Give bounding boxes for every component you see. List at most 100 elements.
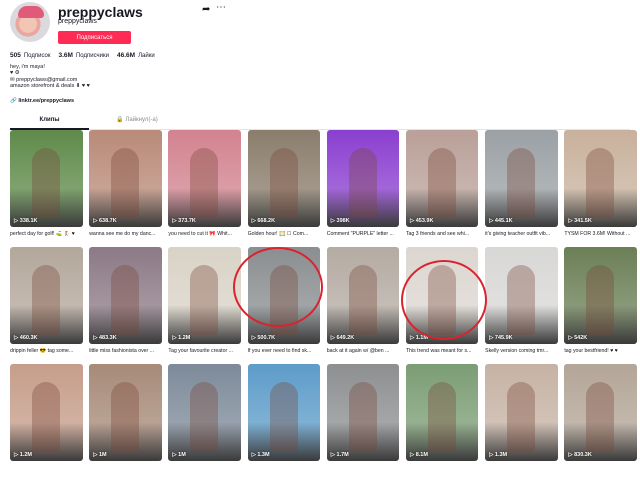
view-count: ▷ 668.2K xyxy=(251,218,276,224)
view-count: ▷ 373.7K xyxy=(172,218,196,224)
video-caption[interactable]: Tag 3 friends and see whi... xyxy=(406,231,479,237)
profile-link[interactable]: 🔗 linktr.ee/preppyclaws xyxy=(10,98,74,104)
view-count: ▷ 398K xyxy=(330,218,350,224)
video-caption[interactable]: This trend was meant for s... xyxy=(406,348,479,354)
tab-liked[interactable]: 🔒 Лайкнул(-а) xyxy=(107,116,167,130)
video-thumbnail[interactable]: ▷ 1.2M xyxy=(168,247,241,344)
person-figure xyxy=(586,148,615,218)
video-card[interactable]: ▷ 649.2K back at it again w/ @ben ... xyxy=(326,247,400,364)
video-card[interactable]: ▷ 341.5K TYSM FOR 3.6M! Without ... xyxy=(564,130,637,247)
video-caption[interactable]: perfect day for golf! ⛳ 🏌 ♥ xyxy=(10,231,83,237)
person-figure xyxy=(348,382,377,452)
video-thumbnail[interactable]: ▷ 649.2K xyxy=(326,247,400,344)
video-card[interactable]: ▷ 1.2M xyxy=(10,364,83,481)
video-thumbnail[interactable]: ▷ 638.7K xyxy=(89,130,162,227)
video-card[interactable]: ▷ 445.1K it's giving teacher outfit vib..… xyxy=(485,130,558,247)
stat-following[interactable]: 505 Подписок xyxy=(10,52,51,59)
video-thumbnail[interactable]: ▷ 830.3K xyxy=(564,364,637,461)
video-thumbnail[interactable]: ▷ 373.7K xyxy=(168,130,241,227)
tab-clips[interactable]: Клипы xyxy=(10,116,89,130)
video-card[interactable]: ▷ 668.2K Golden hour! 🌅 ☐ Com... xyxy=(247,130,321,247)
follow-button[interactable]: Подписаться xyxy=(58,31,131,44)
video-caption[interactable]: Golden hour! 🌅 ☐ Com... xyxy=(248,231,321,237)
person-figure xyxy=(111,382,140,452)
video-caption[interactable]: Tag your favourite creator ... xyxy=(168,348,241,354)
view-count: ▷ 1M xyxy=(93,452,107,458)
more-icon[interactable]: ⋯ xyxy=(216,2,226,13)
video-card[interactable]: ▷ 1.3M xyxy=(247,364,321,481)
person-figure xyxy=(507,148,536,218)
video-card[interactable]: ▷ 1.2M Tag your favourite creator ... xyxy=(168,247,241,364)
video-caption[interactable]: back at it again w/ @ben ... xyxy=(327,348,400,354)
annotation-circle xyxy=(233,247,323,327)
video-card[interactable]: ▷ 638.7K wanna see me do my danc... xyxy=(89,130,162,247)
avatar[interactable] xyxy=(10,2,50,42)
person-figure xyxy=(269,382,298,452)
video-thumbnail[interactable]: ▷ 1M xyxy=(89,364,162,461)
video-thumbnail[interactable]: ▷ 398K xyxy=(326,130,400,227)
video-card[interactable]: ▷ 338.1K perfect day for golf! ⛳ 🏌 ♥ xyxy=(10,130,83,247)
video-card[interactable]: ▷ 1.3M xyxy=(485,364,558,481)
video-caption[interactable]: wanna see me do my danc... xyxy=(89,231,162,237)
person-figure xyxy=(190,148,219,218)
video-caption[interactable]: you need to cut it 🎀 Whit... xyxy=(168,231,241,237)
person-figure xyxy=(190,382,219,452)
video-caption[interactable]: Skelly version coming tmr... xyxy=(485,348,558,354)
video-card[interactable]: ▷ 8.1M xyxy=(405,364,479,481)
stat-followers[interactable]: 3.6M Подписчики xyxy=(59,52,109,59)
video-thumbnail[interactable]: ▷ 483.3K xyxy=(89,247,162,344)
video-caption[interactable]: TYSM FOR 3.6M! Without ... xyxy=(564,231,637,237)
video-card[interactable]: ▷ 1M xyxy=(89,364,162,481)
view-count: ▷ 453.9K xyxy=(409,218,434,224)
video-thumbnail[interactable]: ▷ 668.2K xyxy=(247,130,321,227)
video-card[interactable]: ▷ 483.3K little miss fashionista over ... xyxy=(89,247,162,364)
person-figure xyxy=(507,382,536,452)
video-card[interactable]: ▷ 745.9K Skelly version coming tmr... xyxy=(485,247,558,364)
video-thumbnail[interactable]: ▷ 1.3M xyxy=(485,364,558,461)
video-thumbnail[interactable]: ▷ 745.9K xyxy=(485,247,558,344)
video-card[interactable]: ▷ 1.7M xyxy=(326,364,400,481)
view-count: ▷ 500.7K xyxy=(251,335,276,341)
video-card[interactable]: ▷ 542K tag your bestfriend! ♥ ♥ xyxy=(564,247,637,364)
view-count: ▷ 445.1K xyxy=(489,218,513,224)
profile-bio: hey, i'm maya! ♥ ⚙ ✉ preppyclaws@gmail.c… xyxy=(10,64,250,90)
video-thumbnail[interactable]: ▷ 8.1M xyxy=(405,364,479,461)
view-count: ▷ 830.3K xyxy=(568,452,592,458)
view-count: ▷ 460.3K xyxy=(14,335,38,341)
video-card[interactable]: ▷ 830.3K xyxy=(564,364,637,481)
video-thumbnail[interactable]: ▷ 1.3M xyxy=(247,364,321,461)
view-count: ▷ 8.1M xyxy=(409,452,428,458)
video-thumbnail[interactable]: ▷ 341.5K xyxy=(564,130,637,227)
video-thumbnail[interactable]: ▷ 338.1K xyxy=(10,130,83,227)
video-card[interactable]: ▷ 373.7K you need to cut it 🎀 Whit... xyxy=(168,130,241,247)
video-caption[interactable]: it's giving teacher outfit vib... xyxy=(485,231,558,237)
video-card[interactable]: ▷ 398K Comment "PURPLE" letter ... xyxy=(326,130,400,247)
stat-likes: 46.6M Лайки xyxy=(116,52,155,59)
view-count: ▷ 1.2M xyxy=(14,452,32,458)
video-caption[interactable]: Comment "PURPLE" letter ... xyxy=(327,231,400,237)
view-count: ▷ 1.3M xyxy=(489,452,508,458)
video-thumbnail[interactable]: ▷ 460.3K xyxy=(10,247,83,344)
video-caption[interactable]: tag your bestfriend! ♥ ♥ xyxy=(564,348,637,354)
person-figure xyxy=(586,382,615,452)
person-figure xyxy=(32,265,60,335)
video-thumbnail[interactable]: ▷ 542K xyxy=(564,247,637,344)
person-figure xyxy=(427,382,456,452)
person-figure xyxy=(190,265,219,335)
video-card[interactable]: ▷ 453.9K Tag 3 friends and see whi... xyxy=(405,130,479,247)
video-thumbnail[interactable]: ▷ 445.1K xyxy=(485,130,558,227)
share-icon[interactable]: ➦ xyxy=(202,4,210,15)
video-thumbnail[interactable]: ▷ 1.7M xyxy=(326,364,400,461)
view-count: ▷ 542K xyxy=(568,335,588,341)
person-figure xyxy=(348,148,377,218)
video-thumbnail[interactable]: ▷ 1.2M xyxy=(10,364,83,461)
profile-tabs: Клипы 🔒 Лайкнул(-а) xyxy=(10,116,630,130)
video-card[interactable]: ▷ 1M xyxy=(168,364,241,481)
video-caption[interactable]: If you ever need to find sk... xyxy=(248,348,321,354)
video-caption[interactable]: drippin feller 😎 tag some... xyxy=(10,348,83,354)
video-thumbnail[interactable]: ▷ 1M xyxy=(168,364,241,461)
video-card[interactable]: ▷ 460.3K drippin feller 😎 tag some... xyxy=(10,247,83,364)
video-caption[interactable]: little miss fashionista over ... xyxy=(89,348,162,354)
video-thumbnail[interactable]: ▷ 453.9K xyxy=(405,130,479,227)
profile-subname: preppyclaws xyxy=(58,18,97,25)
